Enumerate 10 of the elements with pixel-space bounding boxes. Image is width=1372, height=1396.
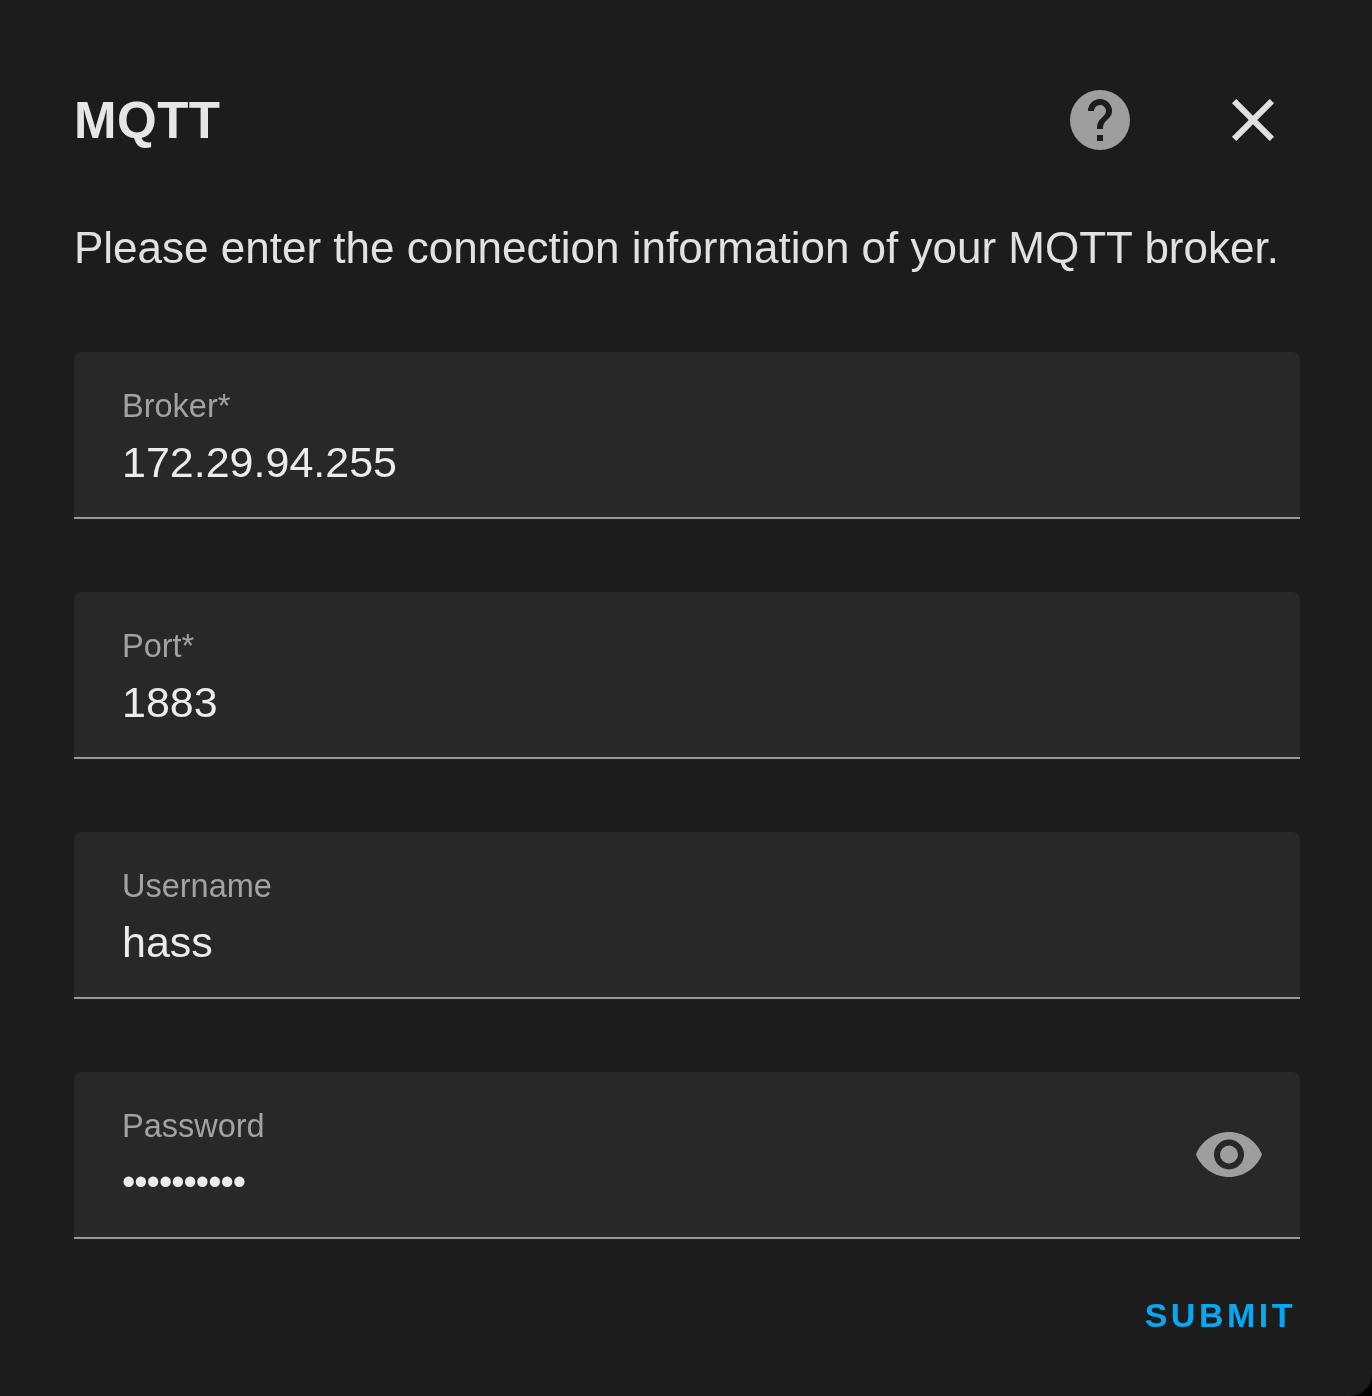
input-field[interactable]: Port* 1883 — [74, 592, 1300, 759]
eye-icon[interactable] — [1196, 1132, 1262, 1177]
input-field[interactable]: Username hass — [74, 832, 1300, 999]
help-icon[interactable] — [1070, 90, 1130, 150]
dialog-title: MQTT — [74, 94, 222, 146]
password-field[interactable]: Password •••••••••• — [74, 1072, 1300, 1239]
submit-button[interactable]: SUBMIT — [1140, 1291, 1300, 1339]
input-field[interactable]: Broker* 172.29.94.255 — [74, 352, 1300, 519]
close-icon[interactable] — [1232, 99, 1274, 141]
dialog-description: Please enter the connection information of your MQTT broker. — [74, 222, 1280, 274]
